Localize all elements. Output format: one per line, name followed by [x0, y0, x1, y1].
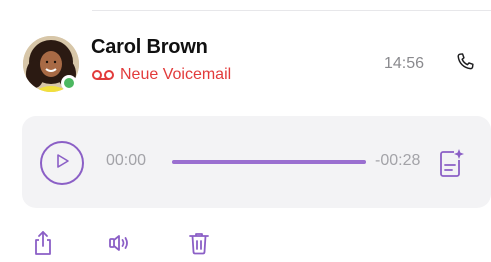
speaker-button[interactable] — [106, 232, 132, 258]
speaker-icon — [107, 232, 131, 259]
voicemail-screen: Carol Brown Neue Voicemail 14:56 00:00 -… — [0, 0, 491, 262]
transcript-icon — [438, 149, 464, 182]
progress-slider[interactable] — [172, 160, 366, 164]
contact-name[interactable]: Carol Brown — [91, 36, 208, 59]
phone-icon — [454, 51, 476, 78]
delete-button[interactable] — [186, 232, 212, 258]
play-icon — [53, 152, 71, 175]
voicemail-icon — [92, 69, 114, 81]
remaining-time: -00:28 — [375, 152, 421, 169]
play-button[interactable] — [40, 141, 84, 185]
call-button[interactable] — [453, 52, 477, 76]
timestamp: 14:56 — [384, 55, 425, 72]
voicemail-status-label: Neue Voicemail — [120, 66, 232, 83]
progress-fill — [172, 160, 366, 164]
share-button[interactable] — [30, 230, 56, 261]
trash-icon — [188, 231, 210, 260]
divider — [92, 10, 491, 11]
transcript-button[interactable] — [438, 148, 464, 178]
voicemail-player: 00:00 -00:28 — [22, 116, 491, 208]
elapsed-time: 00:00 — [106, 152, 147, 169]
voicemail-status: Neue Voicemail — [92, 66, 231, 84]
share-icon — [31, 230, 55, 261]
presence-indicator — [61, 75, 77, 91]
